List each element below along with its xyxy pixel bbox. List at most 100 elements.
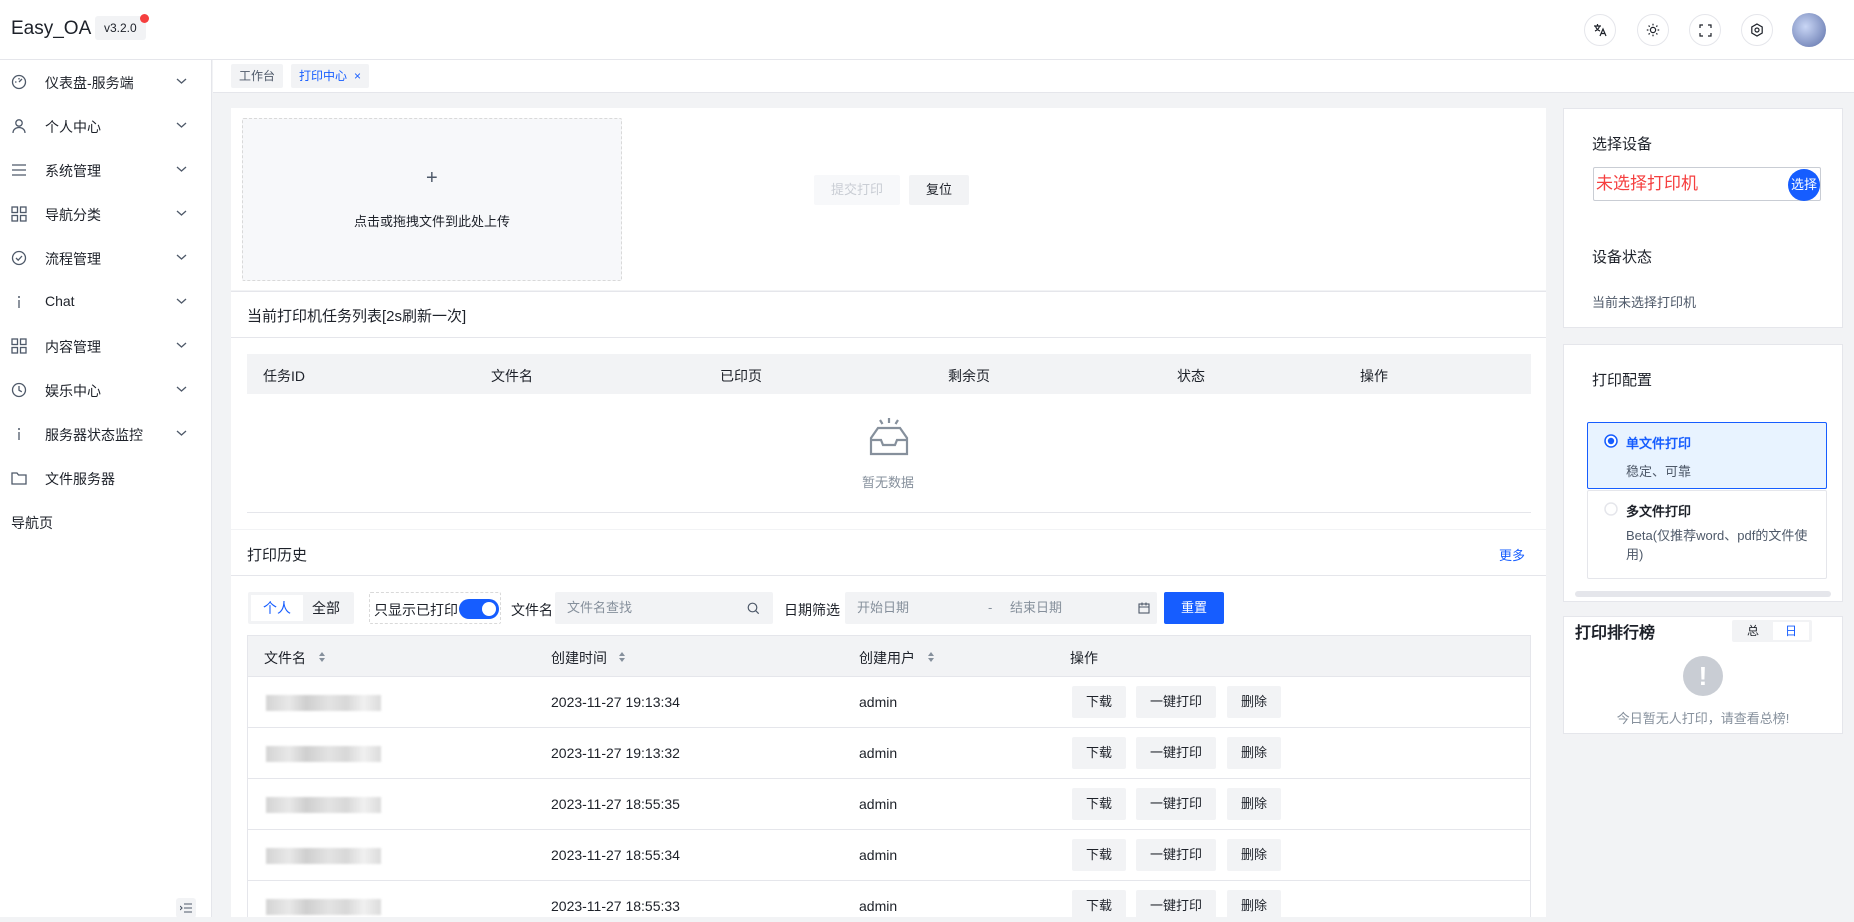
- only-printed-switch[interactable]: [459, 599, 499, 619]
- sidebar-item-system[interactable]: 系统管理: [0, 148, 211, 192]
- download-button[interactable]: 下载: [1072, 737, 1127, 769]
- filename-search-input[interactable]: 文件名查找: [555, 592, 773, 624]
- sidebar-item-dashboard[interactable]: 仪表盘-服务端: [0, 60, 211, 104]
- chevron-down-icon: [176, 254, 187, 260]
- settings-icon[interactable]: [1741, 14, 1773, 46]
- sidebar-item-nav-page[interactable]: 导航页: [0, 500, 211, 544]
- quick-print-button[interactable]: 一键打印: [1136, 890, 1217, 922]
- notification-dot: [140, 14, 149, 23]
- menu-icon: [12, 164, 26, 176]
- history-reset-button[interactable]: 重置: [1164, 592, 1224, 624]
- column-header: 文件名: [491, 368, 533, 384]
- scope-all[interactable]: 全部: [300, 595, 352, 621]
- sidebar-item-personal[interactable]: 个人中心: [0, 104, 211, 148]
- upload-dropzone[interactable]: + 点击或拖拽文件到此处上传: [242, 118, 622, 281]
- user-icon: [12, 119, 26, 134]
- quick-print-button[interactable]: 一键打印: [1136, 788, 1217, 820]
- option-title: 单文件打印: [1626, 436, 1692, 451]
- created-time: 2023-11-27 18:55:34: [551, 847, 680, 863]
- sidebar-item-label: 系统管理: [45, 163, 101, 179]
- sidebar-item-entertainment[interactable]: 娱乐中心: [0, 368, 211, 412]
- quick-print-button[interactable]: 一键打印: [1136, 737, 1217, 769]
- blurred-filename: [266, 797, 381, 813]
- close-icon[interactable]: ×: [354, 64, 361, 88]
- dashboard-icon: [11, 74, 27, 90]
- blurred-filename: [266, 899, 381, 915]
- sort-icon[interactable]: [927, 651, 935, 663]
- printer-field[interactable]: 未选择打印机 选择: [1593, 167, 1821, 201]
- sort-icon[interactable]: [318, 651, 326, 663]
- reset-button[interactable]: 复位: [909, 175, 969, 205]
- user-avatar[interactable]: [1792, 13, 1826, 47]
- task-list-panel: [231, 291, 1546, 529]
- radio-checked-icon: [1604, 434, 1618, 448]
- option-title: 多文件打印: [1626, 504, 1692, 519]
- sidebar-item-process[interactable]: 流程管理: [0, 236, 211, 280]
- submit-print-button[interactable]: 提交打印: [814, 175, 900, 205]
- scope-personal[interactable]: 个人: [251, 595, 303, 621]
- delete-button[interactable]: 删除: [1227, 839, 1282, 871]
- sidebar: 仪表盘-服务端 个人中心 系统管理 导航分类 流程管理 Chat 内容管理 娱乐…: [0, 60, 212, 918]
- delete-button[interactable]: 删除: [1227, 890, 1282, 922]
- created-user: admin: [859, 745, 898, 761]
- created-time: 2023-11-27 18:55:35: [551, 796, 680, 812]
- collapse-sidebar-icon[interactable]: [176, 898, 196, 918]
- horizontal-scrollbar[interactable]: [1575, 591, 1831, 597]
- translate-icon[interactable]: [1584, 14, 1616, 46]
- select-printer-button[interactable]: 选择: [1788, 169, 1820, 201]
- blurred-filename: [266, 695, 381, 711]
- option-desc: Beta(仅推荐word、pdf的文件使用): [1626, 528, 1808, 562]
- sidebar-item-chat[interactable]: Chat: [0, 280, 211, 324]
- filename-placeholder: 文件名查找: [567, 600, 633, 615]
- created-time: 2023-11-27 19:13:32: [551, 745, 680, 761]
- tab-print-center[interactable]: 打印中心 ×: [291, 64, 370, 88]
- end-date-placeholder: 结束日期: [1010, 600, 1063, 615]
- sidebar-item-content[interactable]: 内容管理: [0, 324, 211, 368]
- date-separator: -: [988, 600, 993, 615]
- folder-icon: [11, 472, 27, 485]
- more-link[interactable]: 更多: [1499, 545, 1525, 564]
- empty-text: 暂无数据: [862, 475, 915, 490]
- history-table-header: 文件名 创建时间 创建用户 操作: [247, 635, 1531, 677]
- sort-icon[interactable]: [618, 651, 626, 663]
- ranking-tab-total[interactable]: 总: [1735, 622, 1771, 640]
- sidebar-item-server-monitor[interactable]: 服务器状态监控: [0, 412, 211, 456]
- sidebar-item-nav-category[interactable]: 导航分类: [0, 192, 211, 236]
- ranking-tabs: 总 日: [1732, 620, 1812, 642]
- device-status-title: 设备状态: [1592, 249, 1653, 266]
- quick-print-button[interactable]: 一键打印: [1136, 839, 1217, 871]
- tab-label: 打印中心: [299, 69, 348, 83]
- chevron-down-icon: [176, 342, 187, 348]
- delete-button[interactable]: 删除: [1227, 686, 1282, 718]
- upload-hint: 点击或拖拽文件到此处上传: [353, 214, 510, 229]
- column-header: 操作: [1070, 650, 1098, 666]
- fullscreen-icon[interactable]: [1689, 14, 1721, 46]
- quick-print-button[interactable]: 一键打印: [1136, 686, 1217, 718]
- radio-multi-file[interactable]: 多文件打印 Beta(仅推荐word、pdf的文件使用): [1587, 490, 1827, 579]
- download-button[interactable]: 下载: [1072, 890, 1127, 922]
- info-icon: [18, 296, 20, 308]
- table-row: 2023-11-27 19:13:34 admin 下载 一键打印 删除: [247, 677, 1531, 728]
- column-header: 文件名: [264, 650, 306, 666]
- theme-icon[interactable]: [1637, 14, 1669, 46]
- download-button[interactable]: 下载: [1072, 788, 1127, 820]
- download-button[interactable]: 下载: [1072, 686, 1127, 718]
- chevron-down-icon: [176, 298, 187, 304]
- delete-button[interactable]: 删除: [1227, 737, 1282, 769]
- version-badge: v3.2.0: [95, 16, 146, 40]
- delete-button[interactable]: 删除: [1227, 788, 1282, 820]
- download-button[interactable]: 下载: [1072, 839, 1127, 871]
- chevron-down-icon: [176, 78, 187, 84]
- sidebar-item-label: 个人中心: [45, 119, 101, 135]
- column-header: 任务ID: [263, 368, 305, 384]
- tab-workbench[interactable]: 工作台: [231, 64, 284, 88]
- scope-segment: 个人 全部: [248, 592, 354, 624]
- empty-inbox-icon: [869, 418, 909, 456]
- sidebar-item-file-server[interactable]: 文件服务器: [0, 456, 211, 500]
- sidebar-item-label: 娱乐中心: [45, 383, 101, 399]
- sidebar-item-label: 服务器状态监控: [45, 427, 143, 443]
- chevron-down-icon: [176, 166, 187, 172]
- radio-single-file[interactable]: 单文件打印 稳定、可靠: [1587, 422, 1827, 489]
- date-range-picker[interactable]: 开始日期 - 结束日期: [845, 592, 1157, 624]
- ranking-tab-day[interactable]: 日: [1773, 622, 1809, 640]
